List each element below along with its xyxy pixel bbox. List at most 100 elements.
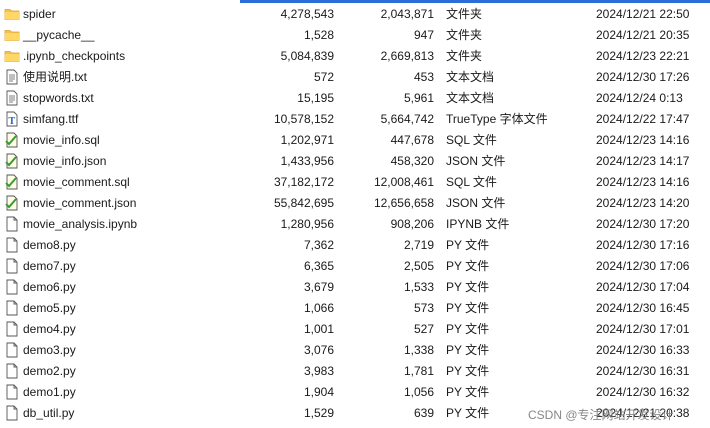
generic-file-icon	[4, 405, 20, 421]
file-row[interactable]: demo8.py 7,362 2,719 PY 文件 2024/12/30 17:16	[0, 235, 710, 256]
folder-icon	[4, 27, 20, 43]
file-compressed-size: 2,669,813	[380, 49, 434, 63]
file-size: 1,280,956	[280, 217, 334, 231]
file-compressed-size: 458,320	[390, 154, 434, 168]
file-name: simfang.ttf	[23, 112, 79, 126]
file-row[interactable]: spider 4,278,543 2,043,871 文件夹 2024/12/21 22…	[0, 4, 710, 25]
file-row[interactable]: movie_info.json 1,433,956 458,320 JSON 文件 20…	[0, 151, 710, 172]
generic-file-icon	[4, 279, 20, 295]
file-type: PY 文件	[446, 280, 490, 294]
file-compressed-size: 2,505	[403, 259, 434, 273]
file-name: demo1.py	[23, 385, 76, 399]
file-row[interactable]: movie_comment.sql 37,182,172 12,008,461 SQL…	[0, 172, 710, 193]
generic-file-icon	[4, 216, 20, 232]
file-compressed-size: 2,719	[403, 238, 434, 252]
file-name: demo4.py	[23, 322, 76, 336]
file-row[interactable]: demo6.py 3,679 1,533 PY 文件 2024/12/30 17:04	[0, 277, 710, 298]
file-compressed-size: 527	[413, 322, 434, 336]
file-name: movie_analysis.ipynb	[23, 217, 138, 231]
file-type: JSON 文件	[446, 154, 506, 168]
file-row[interactable]: .ipynb_checkpoints 5,084,839 2,669,813 文件夹 2…	[0, 46, 710, 67]
file-row[interactable]: __pycache__ 1,528 947 文件夹 2024/12/21 20:35	[0, 25, 710, 46]
file-type: PY 文件	[446, 364, 490, 378]
sql-file-icon	[4, 174, 20, 190]
file-type: JSON 文件	[446, 196, 506, 210]
generic-file-icon	[4, 363, 20, 379]
generic-file-icon	[4, 384, 20, 400]
sql-file-icon	[4, 132, 20, 148]
file-type: PY 文件	[446, 343, 490, 357]
file-name: stopwords.txt	[23, 91, 94, 105]
file-type: IPYNB 文件	[446, 217, 510, 231]
file-compressed-size: 1,533	[403, 280, 434, 294]
file-size: 1,904	[303, 385, 334, 399]
file-row[interactable]: Tsimfang.ttf 10,578,152 5,664,742 TrueType …	[0, 109, 710, 130]
file-date: 2024/12/23 14:16	[596, 133, 690, 147]
file-date: 2024/12/30 16:31	[596, 364, 690, 378]
file-date: 2024/12/30 17:04	[596, 280, 690, 294]
file-type: 文本文档	[446, 70, 495, 84]
file-compressed-size: 447,678	[390, 133, 434, 147]
file-name: .ipynb_checkpoints	[23, 49, 126, 63]
file-list: spider 4,278,543 2,043,871 文件夹 2024/12/21 22…	[0, 4, 710, 424]
file-compressed-size: 5,961	[403, 91, 434, 105]
file-row[interactable]: demo5.py 1,066 573 PY 文件 2024/12/30 16:45	[0, 298, 710, 319]
generic-file-icon	[4, 258, 20, 274]
file-type: PY 文件	[446, 406, 490, 420]
file-name: 使用说明.txt	[23, 70, 88, 84]
file-row[interactable]: demo2.py 3,983 1,781 PY 文件 2024/12/30 16:31	[0, 361, 710, 382]
file-row[interactable]: movie_info.sql 1,202,971 447,678 SQL 文件 2024…	[0, 130, 710, 151]
file-type: PY 文件	[446, 238, 490, 252]
svg-text:T: T	[9, 117, 16, 127]
json-file-icon	[4, 195, 20, 211]
file-type: 文件夹	[446, 49, 483, 63]
file-row[interactable]: 使用说明.txt 572 453 文本文档 2024/12/30 17:26	[0, 67, 710, 88]
file-name: demo3.py	[23, 343, 76, 357]
file-size: 572	[313, 70, 334, 84]
file-name: demo8.py	[23, 238, 76, 252]
file-size: 1,433,956	[280, 154, 334, 168]
file-size: 1,528	[303, 28, 334, 42]
file-row[interactable]: demo3.py 3,076 1,338 PY 文件 2024/12/30 16:33	[0, 340, 710, 361]
file-name: movie_comment.json	[23, 196, 137, 210]
file-size: 1,001	[303, 322, 334, 336]
file-name: demo7.py	[23, 259, 76, 273]
file-size: 1,529	[303, 406, 334, 420]
file-compressed-size: 5,664,742	[380, 112, 434, 126]
file-size: 6,365	[303, 259, 334, 273]
file-type: 文本文档	[446, 91, 495, 105]
file-row[interactable]: demo4.py 1,001 527 PY 文件 2024/12/30 17:01	[0, 319, 710, 340]
file-date: 2024/12/21 22:50	[596, 7, 690, 21]
file-type: PY 文件	[446, 259, 490, 273]
file-size: 10,578,152	[273, 112, 334, 126]
file-name: movie_info.sql	[23, 133, 100, 147]
file-date: 2024/12/30 17:16	[596, 238, 690, 252]
file-name: demo2.py	[23, 364, 76, 378]
file-date: 2024/12/24 0:13	[596, 91, 683, 105]
font-file-icon: T	[4, 111, 20, 127]
file-compressed-size: 453	[413, 70, 434, 84]
file-compressed-size: 908,206	[390, 217, 434, 231]
file-compressed-size: 12,656,658	[373, 196, 434, 210]
text-file-icon	[4, 69, 20, 85]
file-type: 文件夹	[446, 7, 483, 21]
file-name: demo5.py	[23, 301, 76, 315]
file-row[interactable]: demo7.py 6,365 2,505 PY 文件 2024/12/30 17:06	[0, 256, 710, 277]
file-compressed-size: 1,781	[403, 364, 434, 378]
file-name: demo6.py	[23, 280, 76, 294]
selection-accent-bar	[240, 0, 710, 3]
file-type: PY 文件	[446, 301, 490, 315]
generic-file-icon	[4, 321, 20, 337]
file-compressed-size: 2,043,871	[380, 7, 434, 21]
file-date: 2024/12/22 17:47	[596, 112, 690, 126]
file-row[interactable]: stopwords.txt 15,195 5,961 文本文档 2024/12/24 0…	[0, 88, 710, 109]
watermark: CSDN @专注网站开发设计	[528, 406, 674, 423]
file-row[interactable]: demo1.py 1,904 1,056 PY 文件 2024/12/30 16:32	[0, 382, 710, 403]
file-row[interactable]: movie_analysis.ipynb 1,280,956 908,206 IPYN…	[0, 214, 710, 235]
file-size: 3,983	[303, 364, 334, 378]
file-row[interactable]: movie_comment.json 55,842,695 12,656,658 JS…	[0, 193, 710, 214]
json-file-icon	[4, 153, 20, 169]
file-size: 4,278,543	[280, 7, 334, 21]
file-name: movie_comment.sql	[23, 175, 130, 189]
file-size: 7,362	[303, 238, 334, 252]
